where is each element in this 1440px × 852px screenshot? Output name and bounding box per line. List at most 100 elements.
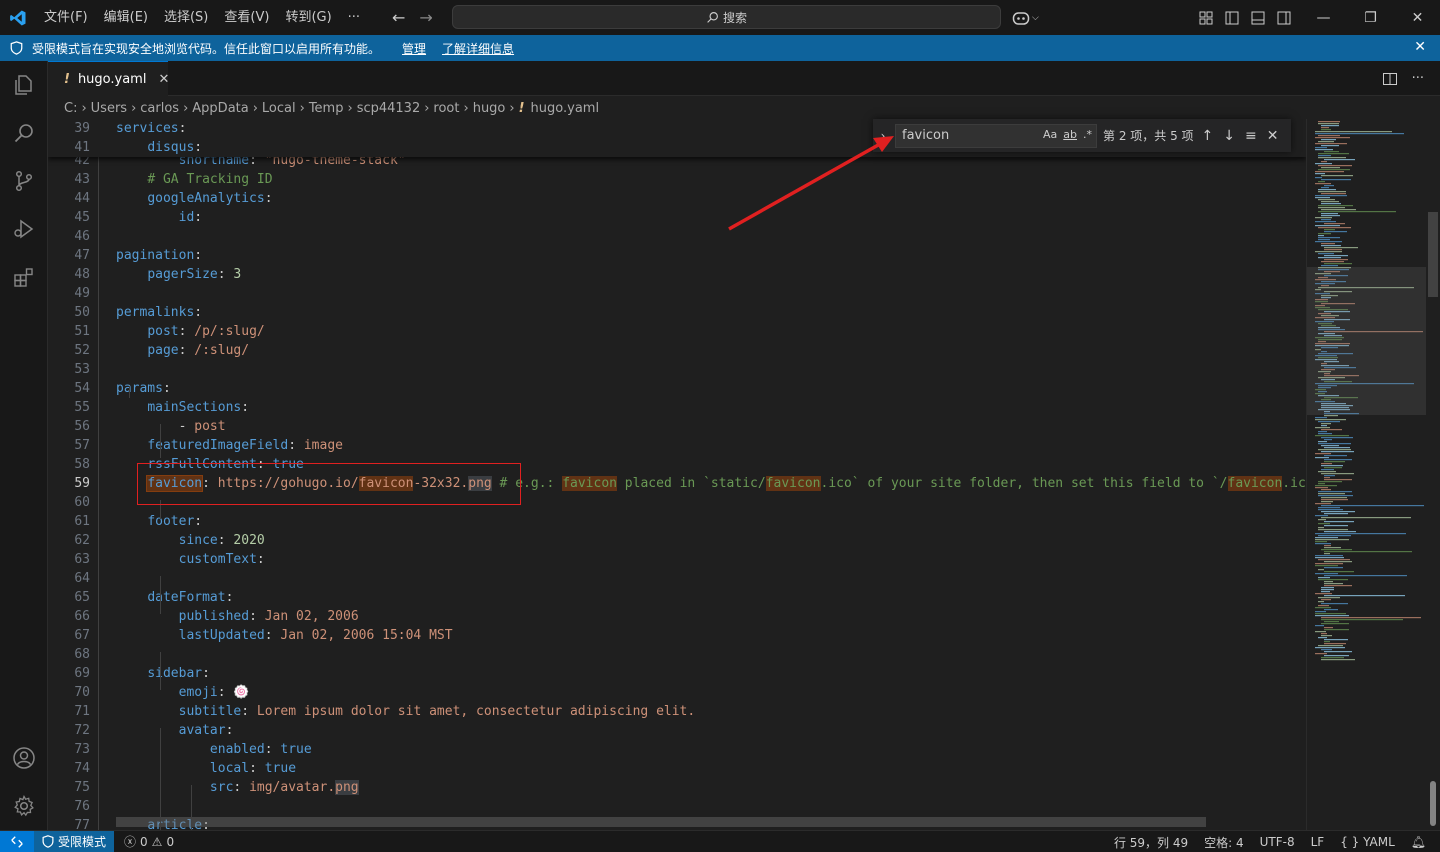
banner-learn-more-link[interactable]: 了解详细信息 [442,40,514,57]
code-line[interactable]: 51 post: /p/:slug/ [48,322,1306,341]
restricted-mode-status[interactable]: 受限模式 [34,830,115,852]
extensions-icon[interactable] [0,253,48,301]
cursor-position[interactable]: 行 59，列 49 [1114,834,1188,851]
customize-layout-icon[interactable] [1198,10,1214,26]
banner-manage-link[interactable]: 管理 [402,40,426,57]
close-find-icon[interactable]: ✕ [1267,128,1279,144]
toggle-primary-sidebar-icon[interactable] [1224,10,1240,26]
code-line[interactable]: 62 since: 2020 [48,531,1306,550]
match-case-icon[interactable]: Aa [1043,128,1057,141]
code-line[interactable]: 53 [48,360,1306,379]
menu-view[interactable]: 查看(V) [216,0,277,35]
breadcrumb-item[interactable]: AppData [192,101,248,116]
minimap-viewport[interactable] [1307,267,1427,415]
close-banner-icon[interactable]: ✕ [1414,39,1426,55]
menu-go[interactable]: 转到(G) [277,0,339,35]
breadcrumb-item[interactable]: hugo.yaml [531,101,600,116]
horizontal-scrollbar[interactable] [116,817,1206,827]
code-line[interactable]: 72 avatar: [48,721,1306,740]
code-line[interactable]: 48 pagerSize: 3 [48,265,1306,284]
menu-edit[interactable]: 编辑(E) [96,0,156,35]
copilot-button[interactable]: ⌵ [1012,0,1039,35]
code-line[interactable]: 71 subtitle: Lorem ipsum dolor sit amet,… [48,702,1306,721]
scrollbar-thumb[interactable] [1428,212,1438,297]
toggle-replace-chevron-icon[interactable]: › [873,129,893,143]
menu-selection[interactable]: 选择(S) [156,0,216,35]
code-line[interactable]: 68 [48,645,1306,664]
code-line[interactable]: 57 featuredImageField: image [48,436,1306,455]
previous-match-arrow-icon[interactable]: ↑ [1202,128,1214,144]
code-line[interactable]: 49 [48,284,1306,303]
breadcrumb-item[interactable]: hugo [473,101,506,116]
code-line[interactable]: 67 lastUpdated: Jan 02, 2006 15:04 MST [48,626,1306,645]
next-match-arrow-icon[interactable]: ↓ [1223,128,1235,144]
breadcrumb-item[interactable]: Users [91,101,127,116]
end-of-line[interactable]: LF [1311,835,1325,849]
tab-hugo-yaml[interactable]: ! hugo.yaml ✕ [48,61,169,96]
code-line[interactable]: 61 footer: [48,512,1306,531]
breadcrumb-item[interactable]: root [433,101,459,116]
line-code: published: Jan 02, 2006 [178,609,359,624]
command-center-search[interactable]: 搜索 [452,5,1001,29]
code-line[interactable]: 54 params: [48,379,1306,398]
notifications-bell-icon[interactable]: 🔔︎ [1411,835,1426,849]
vertical-scrollbar[interactable] [1426,119,1440,830]
breadcrumb-item[interactable]: Temp [309,101,344,116]
code-line[interactable]: 55 mainSections: [48,398,1306,417]
close-tab-icon[interactable]: ✕ [158,72,169,87]
find-input[interactable]: favicon Aa ab .* [895,123,1097,148]
breadcrumb-item[interactable]: C: [64,101,77,116]
whole-word-icon[interactable]: ab [1063,128,1077,141]
code-line[interactable]: 69 sidebar: [48,664,1306,683]
code-line[interactable]: 44 googleAnalytics: [48,189,1306,208]
close-window-icon[interactable]: ✕ [1394,10,1440,26]
breadcrumb-item[interactable]: Local [262,101,296,116]
code-line[interactable]: 56 - post [48,417,1306,436]
code-line[interactable]: 50 permalinks: [48,303,1306,322]
find-options: Aa ab .* [1043,128,1092,141]
code-line[interactable]: 70 emoji: 🍥 [48,683,1306,702]
restore-icon[interactable]: ❐ [1347,10,1394,26]
code-line[interactable]: 46 [48,227,1306,246]
regex-icon[interactable]: .* [1083,128,1092,141]
encoding[interactable]: UTF-8 [1260,835,1295,849]
indentation[interactable]: 空格: 4 [1204,834,1244,851]
minimap[interactable] [1306,119,1427,830]
minimap-line [1315,457,1329,459]
code-line[interactable]: 45 id: [48,208,1306,227]
code-line[interactable]: 43 # GA Tracking ID [48,170,1306,189]
back-arrow-icon[interactable]: ← [392,8,405,27]
code-line[interactable]: 63 customText: [48,550,1306,569]
find-in-selection-icon[interactable]: ≡ [1245,128,1257,144]
language-mode[interactable]: { } YAML [1340,835,1395,849]
accounts-icon[interactable] [0,734,48,782]
breadcrumb-item[interactable]: carlos [140,101,179,116]
toggle-panel-icon[interactable] [1250,10,1266,26]
search-view-icon[interactable] [0,109,48,157]
code-line[interactable]: 65 dateFormat: [48,588,1306,607]
more-actions-icon[interactable]: ··· [1412,71,1424,86]
minimize-icon[interactable]: — [1300,10,1347,26]
menu-file[interactable]: 文件(F) [36,0,96,35]
remote-indicator-icon[interactable] [0,830,34,852]
code-line[interactable]: 74 local: true [48,759,1306,778]
code-line[interactable]: 73 enabled: true [48,740,1306,759]
problems-status[interactable]: ⓧ 0 ⚠ 0 [124,833,174,850]
minimap-line [1318,507,1340,509]
code-line[interactable]: 47 pagination: [48,246,1306,265]
code-line[interactable]: 76 [48,797,1306,816]
forward-arrow-icon[interactable]: → [419,8,432,27]
menu-more[interactable]: ··· [340,0,368,35]
code-line[interactable]: 66 published: Jan 02, 2006 [48,607,1306,626]
source-control-icon[interactable] [0,157,48,205]
minimap-line [1321,633,1327,635]
code-line[interactable]: 64 [48,569,1306,588]
split-editor-icon[interactable] [1382,71,1398,87]
code-line[interactable]: 52 page: /:slug/ [48,341,1306,360]
code-line[interactable]: 75 src: img/avatar.png [48,778,1306,797]
breadcrumb-item[interactable]: scp44132 [357,101,421,116]
run-debug-icon[interactable] [0,205,48,253]
toggle-secondary-sidebar-icon[interactable] [1276,10,1292,26]
settings-gear-icon[interactable] [0,782,48,830]
explorer-icon[interactable] [0,61,48,109]
